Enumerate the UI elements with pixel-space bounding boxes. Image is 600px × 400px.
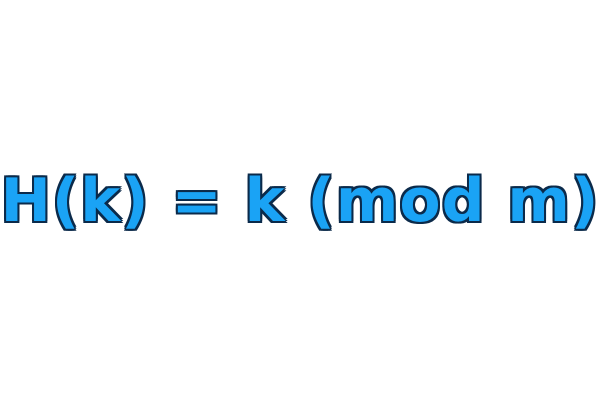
canvas: H(k) = k (mod m) <box>0 0 600 400</box>
hash-function-formula: H(k) = k (mod m) <box>0 166 600 236</box>
